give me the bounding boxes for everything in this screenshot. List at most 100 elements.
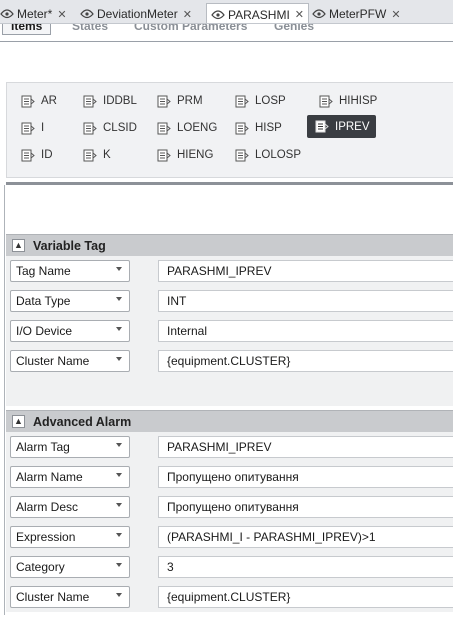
property-row: Data Type INT [6, 286, 453, 316]
close-icon[interactable]: ✕ [183, 8, 192, 21]
tab-parashmi[interactable]: PARASHMI ✕ [206, 3, 310, 23]
property-dropdown[interactable]: Cluster Name [10, 586, 130, 608]
property-row: I/O Device Internal [6, 316, 453, 346]
property-row: Cluster Name {equipment.CLUSTER} [6, 582, 453, 612]
property-row: Alarm Tag PARASHMI_IPREV [6, 432, 453, 462]
tab-meterpfw[interactable]: MeterPFW ✕ [312, 4, 401, 23]
property-dropdown[interactable]: I/O Device [10, 320, 130, 342]
chevron-down-icon [116, 443, 122, 447]
property-value-field[interactable]: Пропущено опитування [158, 466, 453, 488]
close-icon[interactable]: ✕ [391, 8, 400, 21]
item-ar[interactable]: AR [21, 91, 57, 111]
chevron-down-icon [116, 593, 122, 597]
property-dropdown[interactable]: Cluster Name [10, 350, 130, 372]
property-row: Cluster Name {equipment.CLUSTER} [6, 346, 453, 376]
tag-item-icon [235, 122, 249, 134]
item-iddbl[interactable]: IDDBL [83, 91, 137, 111]
tag-item-icon [319, 95, 333, 107]
tag-item-icon [83, 149, 97, 161]
property-value-field[interactable]: Internal [158, 320, 453, 342]
item-prm[interactable]: PRM [157, 91, 203, 111]
property-label: Category [16, 560, 65, 574]
panel-splitter[interactable] [6, 182, 453, 185]
item-hihisp[interactable]: HIHISP [319, 91, 377, 111]
property-label: Cluster Name [16, 590, 90, 604]
property-dropdown[interactable]: Category [10, 556, 130, 578]
close-icon[interactable]: ✕ [57, 8, 66, 21]
chevron-down-icon [116, 267, 122, 271]
collapse-up-icon[interactable]: ▲ [12, 415, 25, 428]
property-dropdown[interactable]: Alarm Name [10, 466, 130, 488]
tab-custom-parameters[interactable]: Custom Parameters [126, 24, 255, 35]
property-label: Data Type [16, 294, 71, 308]
property-value-field[interactable]: PARASHMI_IPREV [158, 436, 453, 458]
item-label: PRM [177, 95, 203, 107]
editor-tab-strip: Items States Custom Parameters Genies [0, 24, 453, 42]
item-losp[interactable]: LOSP [235, 91, 286, 111]
property-row: Alarm Name Пропущено опитування [6, 462, 453, 492]
tag-item-icon [21, 149, 35, 161]
property-dropdown[interactable]: Alarm Tag [10, 436, 130, 458]
item-iprev[interactable]: IPREV [307, 115, 376, 138]
chevron-down-icon [116, 533, 122, 537]
tab-meter[interactable]: Meter* ✕ [0, 4, 67, 23]
property-label: Alarm Name [16, 470, 83, 484]
item-hieng[interactable]: HIENG [157, 145, 213, 165]
property-value-field[interactable]: 3 [158, 556, 453, 578]
item-label: I [41, 122, 45, 134]
tag-item-icon [235, 95, 249, 107]
advanced-alarm-header[interactable]: ▲ Advanced Alarm [6, 410, 453, 432]
genie-items-panel: AR IDDBL PRM LOSP HIHISP I CLSID LOENG H… [6, 82, 453, 178]
property-value-field[interactable]: {equipment.CLUSTER} [158, 350, 453, 372]
item-label: LOLOSP [255, 149, 302, 161]
item-i[interactable]: I [21, 118, 44, 138]
tag-item-icon [157, 122, 171, 134]
item-label: LOSP [255, 95, 286, 107]
close-icon[interactable]: ✕ [295, 8, 304, 21]
item-loeng[interactable]: LOENG [157, 118, 217, 138]
tag-item-icon [21, 122, 35, 134]
section-title: Advanced Alarm [33, 414, 132, 429]
item-lolosp[interactable]: LOLOSP [235, 145, 301, 165]
property-dropdown[interactable]: Tag Name [10, 260, 130, 282]
tab-label: Meter* [17, 7, 53, 21]
item-id[interactable]: ID [21, 145, 53, 165]
property-value-field[interactable]: INT [158, 290, 453, 312]
tab-genies[interactable]: Genies [266, 24, 322, 35]
property-label: Alarm Tag [16, 440, 70, 454]
property-value-field[interactable]: {equipment.CLUSTER} [158, 586, 453, 608]
tab-items[interactable]: Items [2, 24, 52, 35]
property-value-field[interactable]: PARASHMI_IPREV [158, 260, 453, 282]
property-row: Expression (PARASHMI_I - PARASHMI_IPREV)… [6, 522, 453, 552]
tag-item-icon [83, 95, 97, 107]
chevron-down-icon [116, 297, 122, 301]
item-k[interactable]: K [83, 145, 111, 165]
property-value-field[interactable]: Пропущено опитування [158, 496, 453, 518]
property-dropdown[interactable]: Alarm Desc [10, 496, 130, 518]
variable-tag-header[interactable]: ▲ Variable Tag [6, 234, 453, 256]
genie-icon [80, 9, 94, 19]
chevron-down-icon [116, 327, 122, 331]
tag-item-icon [21, 95, 35, 107]
property-dropdown[interactable]: Data Type [10, 290, 130, 312]
tab-states[interactable]: States [64, 24, 116, 35]
tab-label: PARASHMI [228, 7, 290, 22]
item-label: IDDBL [103, 95, 137, 107]
genie-icon [312, 9, 326, 19]
advanced-alarm-section: ▲ Advanced Alarm Alarm Tag PARASHMI_IPRE… [6, 410, 453, 612]
property-row: Tag Name PARASHMI_IPREV [6, 256, 453, 286]
collapse-up-icon[interactable]: ▲ [12, 239, 25, 252]
document-tab-bar: Meter* ✕ DeviationMeter ✕ PARASHMI ✕ Met… [0, 0, 453, 24]
property-value-field[interactable]: (PARASHMI_I - PARASHMI_IPREV)>1 [158, 526, 453, 548]
item-hisp[interactable]: HISP [235, 118, 282, 138]
item-label: ID [41, 149, 53, 161]
tab-deviationmeter[interactable]: DeviationMeter ✕ [80, 4, 192, 23]
item-clsid[interactable]: CLSID [83, 118, 137, 138]
genie-icon [211, 9, 225, 19]
item-label: CLSID [103, 122, 137, 134]
chevron-down-icon [116, 357, 122, 361]
property-dropdown[interactable]: Expression [10, 526, 130, 548]
item-label: HIENG [177, 149, 214, 161]
item-label: K [103, 149, 111, 161]
chevron-down-icon [116, 563, 122, 567]
